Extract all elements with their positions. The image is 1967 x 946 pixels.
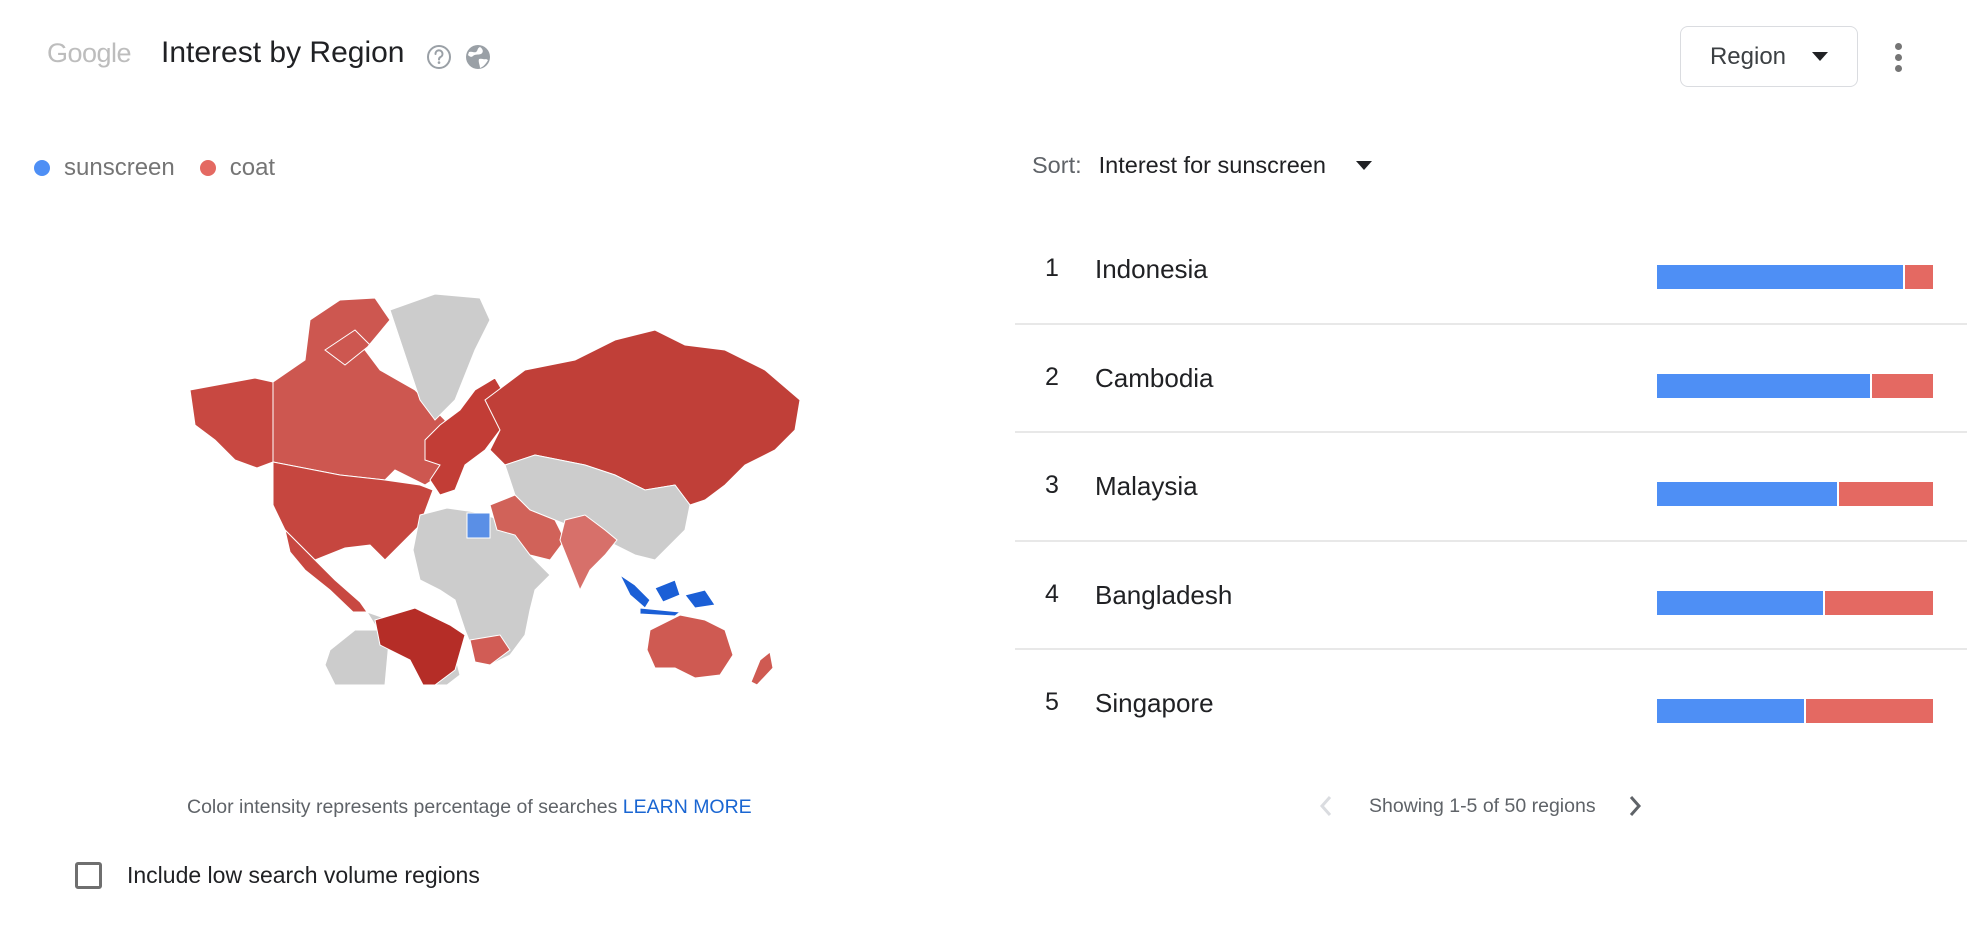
region-name: Indonesia [1095,254,1208,284]
legend-dot-icon [34,160,50,176]
rank-number: 5 [1045,688,1059,716]
map-note-text: Color intensity represents percentage of… [187,796,618,818]
more-vert-icon[interactable] [1886,38,1910,76]
legend-item-sunscreen: sunscreen [34,154,175,182]
low-volume-checkbox[interactable] [75,862,102,889]
legend-label: sunscreen [64,154,175,181]
pagination: Showing 1-5 of 50 regions [1315,792,1646,820]
sunscreen-bar-segment [1657,482,1840,506]
list-item[interactable]: 3 Malaysia [1015,433,1967,542]
interest-bar [1657,590,1933,615]
legend-dot-icon [199,160,216,176]
sort-label: Sort: [1032,152,1082,178]
region-name: Singapore [1095,688,1214,718]
legend-item-coat: coat [199,154,276,182]
sunscreen-bar-segment [1657,590,1826,615]
list-item[interactable]: 5 Singapore [1015,650,1967,759]
page-title: Interest by Region [161,36,405,69]
google-logo: Google [47,38,132,68]
interest-bar [1657,699,1933,723]
coat-bar-segment [1825,590,1933,615]
caret-down-icon [1812,52,1829,61]
coat-bar-segment [1905,265,1933,289]
sunscreen-bar-segment [1657,265,1906,289]
interest-bar [1657,482,1933,506]
low-volume-checkbox-label: Include low search volume regions [127,862,480,888]
rank-number: 1 [1045,254,1059,282]
list-item[interactable]: 4 Bangladesh [1015,542,1967,650]
region-name: Malaysia [1095,471,1198,501]
rank-number: 4 [1045,579,1059,608]
coat-bar-segment [1806,699,1933,723]
region-name: Cambodia [1095,362,1214,393]
resolution-dropdown[interactable]: Region [1680,26,1858,87]
rank-number: 2 [1045,362,1059,391]
learn-more-link[interactable]: LEARN MORE [623,796,752,818]
sort-dropdown[interactable]: Sort: Interest for sunscreen [1032,152,1372,179]
coat-bar-segment [1839,482,1933,506]
map-region [750,651,774,685]
low-volume-checkbox-row[interactable]: Include low search volume regions [75,862,480,889]
legend-label: coat [229,154,276,181]
list-item[interactable]: 1 Indonesia [1015,216,1967,325]
map-note: Color intensity represents percentage of… [187,796,752,819]
sort-value: Interest for sunscreen [1098,152,1326,178]
map-region [646,614,734,679]
resolution-dropdown-value: Region [1709,42,1787,70]
coat-bar-segment [1872,373,1933,398]
region-name: Bangladesh [1095,579,1233,610]
list-item[interactable]: 2 Cambodia [1015,325,1967,433]
globe-icon[interactable] [464,43,492,71]
sunscreen-bar-segment [1657,699,1807,723]
map-region [189,377,274,469]
legend: sunscreen coat [34,154,300,182]
interest-bar [1657,373,1933,398]
chevron-left-icon[interactable] [1315,792,1337,820]
map-region [618,573,716,617]
chevron-right-icon[interactable] [1624,792,1646,820]
sunscreen-bar-segment [1657,373,1873,398]
region-ranking-list: 1 Indonesia 2 Cambodia 3 Malaysia 4 Bang… [1015,216,1967,759]
world-map[interactable] [185,290,810,685]
help-circle-icon[interactable] [425,43,453,71]
pagination-text: Showing 1-5 of 50 regions [1369,794,1596,817]
interest-bar [1657,265,1933,289]
map-region [466,512,491,539]
rank-number: 3 [1045,471,1059,499]
caret-down-icon [1355,161,1372,170]
